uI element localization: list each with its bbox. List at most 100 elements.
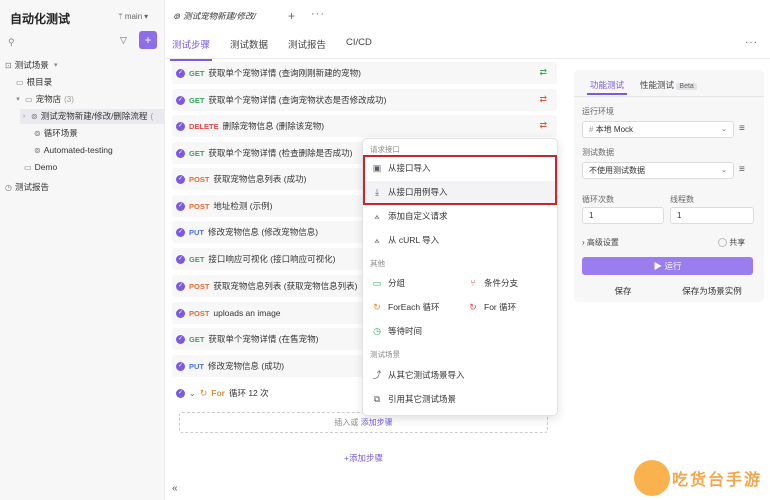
http-method: GET [189, 148, 205, 158]
run-button[interactable]: ▶ 运行 [582, 257, 753, 275]
step-row[interactable]: ✓ GET 获取单个宠物详情 (查询宠物状态是否修改成功) ⇄ [172, 89, 557, 111]
check-icon[interactable]: ✓ [176, 227, 185, 237]
http-method: GET [189, 68, 205, 78]
data-label: 测试数据 [582, 148, 614, 157]
unlink-icon: ⇄ [539, 94, 547, 104]
beta-badge: Beta [676, 83, 697, 90]
branch-name: main [124, 12, 143, 21]
menu-item-for-loop[interactable]: ↻ For 循环 [468, 298, 516, 316]
http-method: PUT [189, 227, 204, 237]
tab-performance-test[interactable]: 性能测试 Beta [640, 79, 697, 95]
add-button[interactable]: + [139, 31, 157, 49]
tree-item-demo[interactable]: ▭ Demo [24, 160, 57, 175]
filter-icon[interactable]: ▽ [120, 35, 127, 46]
menu-item-import-curl[interactable]: ⟑ 从 cURL 导入 [372, 231, 439, 249]
check-icon[interactable]: ✓ [176, 148, 185, 158]
step-title: 获取单个宠物详情 (在售宠物) [208, 334, 319, 344]
tree-item-test-reports[interactable]: ◷ 测试报告 [5, 180, 49, 195]
menu-item-custom-request[interactable]: ⟑ 添加自定义请求 [372, 207, 447, 225]
tree-item-pet-flow[interactable]: › ⊚ 测试宠物新建/修改/删除流程 ( [20, 109, 164, 124]
collapse-sidebar-icon[interactable]: « [172, 483, 178, 494]
advanced-settings[interactable]: › 高级设置 [582, 237, 619, 248]
tree-item-root[interactable]: ▭ 根目录 [16, 75, 52, 90]
check-icon[interactable]: ✓ [176, 308, 185, 318]
step-row[interactable]: ✓ GET 获取单个宠物详情 (查询刚刚新建的宠物) ⇄ [172, 62, 557, 84]
more-icon[interactable]: ··· [745, 37, 758, 48]
menu-item-branch[interactable]: ⑂ 条件分支 [468, 274, 518, 292]
chevron-down-icon: ⌄ [721, 167, 727, 174]
check-icon[interactable]: ✓ [176, 388, 185, 398]
add-step-button[interactable]: +添加步骤 [344, 452, 383, 464]
doc-tab[interactable]: ⊚ 测试宠物新建/修改/ [173, 10, 256, 22]
http-method: POST [189, 281, 210, 291]
menu-group-other: 其他 [370, 259, 385, 268]
link-icon: ⇄ [539, 67, 547, 77]
tree-item-automated-testing[interactable]: ⊚ Automated-testing [34, 143, 113, 158]
check-icon[interactable]: ✓ [176, 281, 185, 291]
tree-label: 测试宠物新建/修改/删除流程 [40, 111, 148, 121]
share-toggle[interactable]: 共享 [718, 237, 745, 248]
save-as-instance-button[interactable]: 保存为场景实例 [670, 283, 754, 299]
env-select[interactable]: # 本地 Mock ⌄ [582, 121, 734, 138]
check-icon[interactable]: ✓ [176, 361, 185, 371]
check-icon[interactable]: ✓ [176, 95, 185, 105]
tree-label: 测试报告 [14, 182, 49, 192]
search-input[interactable] [20, 35, 120, 49]
menu-icon[interactable]: ≡ [739, 164, 745, 175]
menu-label: ForEach 循环 [388, 302, 440, 312]
loop-count-input[interactable]: 1 [582, 207, 664, 224]
menu-item-group[interactable]: ▭ 分组 [372, 274, 405, 292]
check-icon[interactable]: ✓ [176, 201, 185, 211]
chevron-down-icon[interactable]: ⌄ [189, 389, 196, 398]
step-title: 删除宠物信息 (删除该宠物) [222, 121, 325, 131]
report-icon: ◷ [5, 183, 12, 192]
step-title: 修改宠物信息 (成功) [208, 361, 285, 371]
tree-count: ( [150, 112, 154, 121]
check-icon[interactable]: ✓ [176, 254, 185, 264]
divider [574, 96, 764, 97]
chevron-right-icon: › [582, 238, 585, 247]
check-icon[interactable]: ✓ [176, 68, 185, 78]
tree-count: (3) [64, 95, 74, 104]
http-method: PUT [189, 361, 204, 371]
menu-label: 条件分支 [484, 278, 519, 288]
check-icon[interactable]: ✓ [176, 174, 185, 184]
folder-icon: ▭ [25, 95, 33, 104]
menu-item-import-scene[interactable]: ⤴ 从其它测试场景导入 [372, 366, 464, 384]
new-tab-button[interactable]: + [288, 9, 295, 23]
menu-icon[interactable]: ≡ [739, 123, 745, 134]
menu-item-foreach[interactable]: ↻ ForEach 循环 [372, 298, 440, 316]
data-select[interactable]: 不使用测试数据 ⌄ [582, 162, 734, 179]
branch-selector[interactable]: ᛘ main ▾ [118, 12, 148, 21]
http-method: POST [189, 174, 210, 184]
step-title: 获取单个宠物详情 (检查删除是否成功) [208, 148, 353, 158]
menu-label: 引用其它测试场景 [388, 394, 457, 404]
chevron-right-icon: › [22, 113, 26, 120]
step-title: 获取宠物信息列表 (成功) [213, 174, 307, 184]
menu-item-wait[interactable]: ◷ 等待时间 [372, 322, 422, 340]
menu-label: For 循环 [484, 302, 517, 312]
branch-icon: ᛘ [118, 12, 123, 21]
insert-add-step-link[interactable]: 添加步骤 [361, 418, 393, 427]
step-title: 地址检测 (示例) [213, 201, 273, 211]
tree-label: Automated-testing [43, 145, 113, 155]
scene-icon: ⊚ [31, 112, 38, 121]
reference-icon: ⧉ [373, 394, 381, 404]
menu-group-scene: 测试场景 [370, 350, 400, 359]
scene-icon: ⊡ [5, 61, 12, 70]
tree-item-test-scenes[interactable]: ⊡ 测试场景 ▾ [5, 58, 60, 73]
more-icon[interactable]: ··· [311, 8, 325, 20]
tree-item-pet-store[interactable]: ▾ ▭ 宠物店 (3) [14, 92, 74, 107]
highlight-box [363, 155, 557, 205]
check-icon[interactable]: ✓ [176, 334, 185, 344]
chevron-down-icon: ▾ [144, 12, 149, 21]
tree-item-loop-scene[interactable]: ⊚ 循环场景 [34, 126, 78, 141]
menu-item-reference-scene[interactable]: ⧉ 引用其它测试场景 [372, 390, 456, 408]
menu-label: 从 cURL 导入 [388, 235, 440, 245]
perf-tab-label: 性能测试 [640, 80, 675, 90]
radio-icon [718, 238, 727, 248]
save-button[interactable]: 保存 [582, 283, 664, 299]
step-row[interactable]: ✓ DELETE 删除宠物信息 (删除该宠物) ⇄ [172, 115, 557, 137]
thread-count-input[interactable]: 1 [670, 207, 754, 224]
check-icon[interactable]: ✓ [176, 121, 185, 131]
